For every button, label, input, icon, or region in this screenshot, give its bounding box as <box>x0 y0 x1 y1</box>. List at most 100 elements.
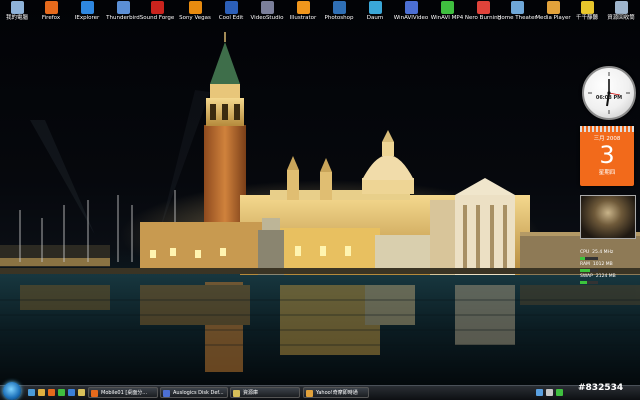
meter-row: RAM 1012 MB <box>580 262 632 268</box>
desktop-icon-computer[interactable]: 我的電腦 <box>0 1 34 25</box>
taskbar-window-button[interactable]: Yahoo!奇摩即時通 <box>303 387 369 398</box>
computer-icon <box>10 1 24 14</box>
desktop-icon-label: Home Theater <box>497 15 537 21</box>
desktop-icon-cooledit[interactable]: Cool Edit <box>214 1 248 25</box>
desktop-icon-recycle-bin[interactable]: 資源回收筒 <box>604 1 638 25</box>
meter-label: SWAP <box>580 274 593 280</box>
desktop-icon-label: 千千靜聽 <box>575 15 598 21</box>
cooledit-icon <box>224 1 238 14</box>
mediaplayer-icon <box>546 1 560 14</box>
system-meter-gadget: CPU 25.4 MHz RAM 1012 MB SWAP 2124 MB <box>580 250 632 290</box>
meter-value: 25.4 MHz <box>592 250 614 255</box>
folder-icon[interactable] <box>78 389 85 396</box>
thunderbird-icon <box>116 1 130 14</box>
desktop-icon-label: WinAVI MP4 <box>430 15 464 21</box>
clock-gadget[interactable]: 06:08 PM <box>582 66 636 120</box>
desktop-icon-winavimp4[interactable]: WinAVI MP4 <box>430 1 464 25</box>
nero-icon <box>476 1 490 14</box>
firefox-icon[interactable] <box>48 389 55 396</box>
desktop-icon-photoshop[interactable]: Photoshop <box>322 1 356 25</box>
calendar-day: 3 <box>599 141 615 169</box>
start-button[interactable] <box>3 382 21 400</box>
photoshop-icon <box>332 1 346 14</box>
meter-row: CPU 25.4 MHz <box>580 250 632 256</box>
window-app-icon <box>163 390 170 397</box>
desktop-icon-vegas[interactable]: Sony Vegas <box>178 1 212 25</box>
calendar-binding <box>580 126 634 132</box>
desktop-icon-firefox[interactable]: Firefox <box>34 1 68 25</box>
desktop-icon-label: Daum <box>366 15 384 21</box>
taskbar-window-button[interactable]: Auslogics Disk Def... <box>160 387 228 398</box>
meter-value: 2124 MB <box>595 274 616 280</box>
desktop-icon-label: Nero Burning <box>464 15 502 21</box>
ie-icon <box>80 1 94 14</box>
taskbar-window-label: Yahoo!奇摩即時通 <box>316 390 358 396</box>
hometheater-icon <box>510 1 524 14</box>
winavimp4-icon <box>440 1 454 14</box>
watermark-id: #832534 <box>578 383 624 393</box>
desktop-icon-nero[interactable]: Nero Burning <box>464 1 502 25</box>
meter-label: RAM <box>580 262 590 268</box>
desktop-icon-soundforge[interactable]: Sound Forge <box>140 1 174 25</box>
desktop-icon-label: Firefox <box>41 15 61 21</box>
firefox-icon <box>44 1 58 14</box>
window-app-icon <box>306 390 313 397</box>
taskbar-window-button[interactable]: 資源庫 <box>230 387 300 398</box>
taskbar-window-button[interactable]: Mobile01 [桌面分... <box>88 387 158 398</box>
clock-time: 06:08 PM <box>595 95 623 101</box>
calendar-weekday: 星期四 <box>598 170 616 176</box>
wallpaper <box>0 32 640 385</box>
desktop-icon-winavi[interactable]: WinAVIVideo <box>394 1 428 25</box>
taskbar-window-label: Mobile01 [桌面分... <box>101 390 148 396</box>
desktop-icon-label: 我的電腦 <box>5 15 28 21</box>
taskbar-window-label: Auslogics Disk Def... <box>173 390 224 396</box>
ttplayer-icon <box>580 1 594 14</box>
meter-value: 1012 MB <box>592 262 613 268</box>
meter-bar <box>580 268 598 272</box>
videostudio-icon <box>260 1 274 14</box>
slideshow-gadget[interactable] <box>580 195 636 239</box>
desktop-icon-label: Cool Edit <box>218 15 244 21</box>
soundforge-icon <box>150 1 164 14</box>
desktop-icon-mediaplayer[interactable]: Media Player <box>535 1 571 25</box>
desktop-icon-label: IExplorer <box>74 15 100 21</box>
shield-icon[interactable] <box>556 389 563 396</box>
winavi-icon <box>404 1 418 14</box>
daum-icon <box>368 1 382 14</box>
illustrator-icon <box>296 1 310 14</box>
desktop-icon-label: WinAVIVideo <box>393 15 429 21</box>
desktop-icon-label: Thunderbird <box>106 15 140 21</box>
desktop-icon-label: Sound Forge <box>139 15 175 21</box>
desktop-icon-label: Illustrator <box>289 15 317 21</box>
desktop-icon-label: Sony Vegas <box>179 15 211 21</box>
desktop-icon-label: 資源回收筒 <box>607 15 635 21</box>
window-app-icon <box>91 390 98 397</box>
show-desktop-icon[interactable] <box>28 389 35 396</box>
messenger-icon[interactable] <box>68 389 75 396</box>
meter-bar-fill <box>580 256 585 260</box>
desktop-icon-label: VideoStudio <box>250 15 284 21</box>
meter-bar <box>580 256 598 260</box>
desktop-icon-illustrator[interactable]: Illustrator <box>286 1 320 25</box>
vegas-icon <box>188 1 202 14</box>
desktop-icon-label: Photoshop <box>324 15 354 21</box>
meter-label: CPU <box>580 250 590 255</box>
meter-bar-fill <box>580 268 590 272</box>
meter-bar-fill <box>580 280 588 284</box>
desktop-icon-hometheater[interactable]: Home Theater <box>497 1 537 25</box>
explorer-icon[interactable] <box>38 389 45 396</box>
desktop[interactable]: 我的電腦 Firefox IExplorer Thunderbird Sound For… <box>0 0 640 400</box>
recycle-bin-icon <box>614 1 628 14</box>
desktop-icon-ttplayer[interactable]: 千千靜聽 <box>570 1 604 25</box>
meter-row: SWAP 2124 MB <box>580 274 632 280</box>
desktop-icon-daum[interactable]: Daum <box>358 1 392 25</box>
desktop-icon-ie[interactable]: IExplorer <box>70 1 104 25</box>
media-icon[interactable] <box>58 389 65 396</box>
network-icon[interactable] <box>536 389 543 396</box>
calendar-gadget[interactable]: 三月 2008 3 星期四 <box>580 126 634 186</box>
volume-icon[interactable] <box>546 389 553 396</box>
desktop-icon-videostudio[interactable]: VideoStudio <box>250 1 284 25</box>
meter-bar <box>580 280 598 284</box>
desktop-icon-thunderbird[interactable]: Thunderbird <box>106 1 140 25</box>
desktop-icon-label: Media Player <box>535 15 571 21</box>
